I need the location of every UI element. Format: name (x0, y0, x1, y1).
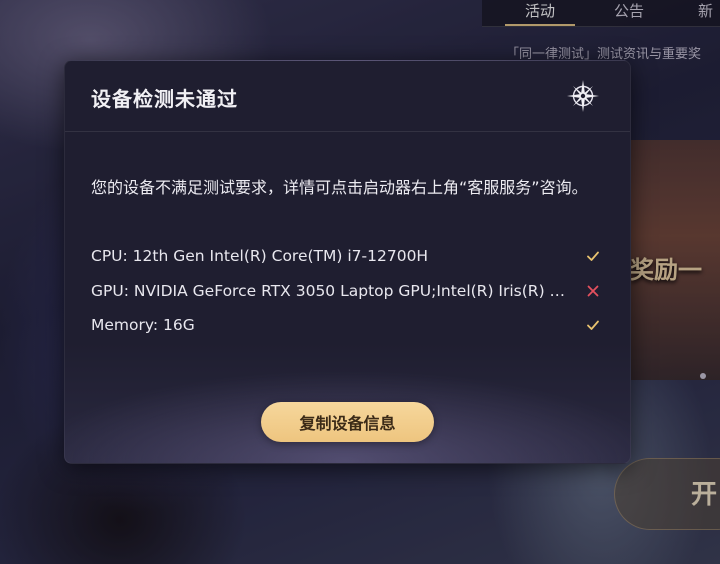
compass-star-close-icon (567, 80, 599, 112)
dialog-header: 设备检测未通过 (65, 61, 630, 132)
check-row-memory: Memory: 16G (91, 313, 603, 337)
close-button[interactable] (565, 78, 601, 114)
cross-icon (587, 285, 599, 297)
check-row-gpu: GPU: NVIDIA GeForce RTX 3050 Laptop GPU;… (91, 279, 603, 303)
device-check-dialog: 设备检测未通过 您的设备不满足测试要求，详情可点击启动器右上角“客服服务”咨询。… (64, 60, 631, 464)
check-text-cpu: CPU: 12th Gen Intel(R) Core(TM) i7-12700… (91, 247, 429, 265)
check-icon (587, 251, 599, 261)
check-row-cpu: CPU: 12th Gen Intel(R) Core(TM) i7-12700… (91, 244, 603, 268)
check-text-gpu: GPU: NVIDIA GeForce RTX 3050 Laptop GPU;… (91, 282, 571, 300)
copy-device-info-button[interactable]: 复制设备信息 (261, 402, 434, 442)
check-icon (587, 320, 599, 330)
check-text-memory: Memory: 16G (91, 316, 195, 334)
dialog-title: 设备检测未通过 (91, 87, 238, 111)
dialog-message: 您的设备不满足测试要求，详情可点击启动器右上角“客服服务”咨询。 (91, 178, 588, 197)
